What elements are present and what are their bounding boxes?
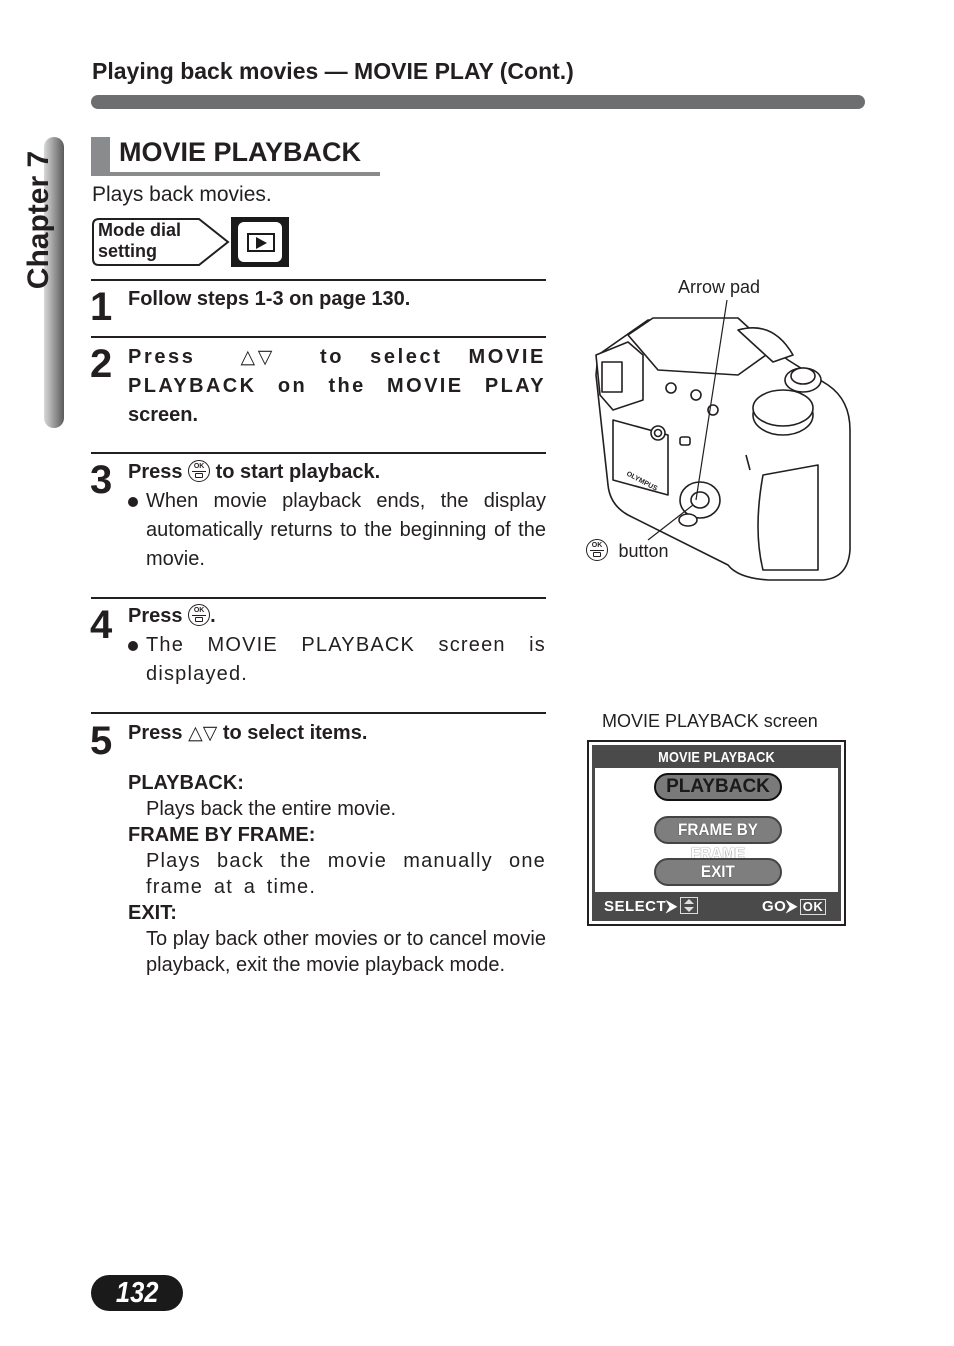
movie-playback-lcd-screen: MOVIE PLAYBACK PLAYBACK FRAME BY FRAME E… xyxy=(587,740,846,926)
lcd-title: MOVIE PLAYBACK xyxy=(658,749,775,766)
step-3-press: Press xyxy=(128,461,183,483)
lcd-footer-select: SELECT⮞ xyxy=(604,896,698,918)
section-intro: Plays back movies. xyxy=(92,183,272,206)
up-down-icon xyxy=(679,897,698,914)
step-divider xyxy=(91,279,546,281)
step-number: 2 xyxy=(90,342,113,386)
step-4-content: Press OK. The MOVIE PLAYBACK screen is d… xyxy=(128,602,546,689)
lcd-option-frame-by-frame[interactable]: FRAME BY FRAME xyxy=(654,816,782,863)
step-3-bullet-text: When movie playback ends, the display au… xyxy=(146,490,546,570)
option-item: EXIT: To play back other movies or to ca… xyxy=(128,900,546,978)
heading-underline xyxy=(91,172,380,176)
mode-dial-setting: Mode dial setting xyxy=(91,217,291,267)
option-description: Plays back the movie manually one frame … xyxy=(146,850,546,898)
step-4-bullet-text: The MOVIE PLAYBACK screen is displayed. xyxy=(146,634,546,685)
header-divider-bar xyxy=(91,95,865,109)
option-item: PLAYBACK: Plays back the entire movie. xyxy=(128,770,546,822)
lcd-menu-body: PLAYBACK FRAME BY FRAME EXIT xyxy=(595,768,838,892)
step-5-press: Press xyxy=(128,722,183,744)
page-number: 132 xyxy=(91,1275,183,1311)
chapter-tab-label-wrap: Chapter 7 xyxy=(4,135,74,305)
option-description: Plays back the entire movie. xyxy=(146,798,397,820)
step-divider xyxy=(91,452,546,454)
step-number: 3 xyxy=(90,458,113,502)
mode-dial-label-line2: setting xyxy=(98,241,158,261)
step-4-press: Press xyxy=(128,605,183,627)
heading-marker xyxy=(91,137,110,176)
ok-icon: OK xyxy=(799,899,827,915)
up-arrow-icon: △ xyxy=(240,347,258,368)
step-number: 1 xyxy=(90,285,113,329)
option-name: EXIT: xyxy=(128,902,177,924)
option-description: To play back other movies or to cancel m… xyxy=(146,928,546,976)
lcd-caption: MOVIE PLAYBACK screen xyxy=(602,711,818,731)
chapter-label: Chapter 7 xyxy=(22,150,55,290)
ok-button-icon: OK xyxy=(188,460,211,482)
lcd-footer: SELECT⮞ GO⮞ OK xyxy=(592,896,841,918)
section-heading: MOVIE PLAYBACK xyxy=(91,137,380,176)
lcd-footer-go: GO⮞ OK xyxy=(762,896,827,918)
up-down-arrow-icons: △▽ xyxy=(241,343,275,372)
arrow-pad-label: Arrow pad xyxy=(678,277,761,297)
step-5-content: Press △▽ to select items. PLAYBACK: Play… xyxy=(128,719,546,978)
bullet-icon xyxy=(128,641,138,651)
step-2-press: Press xyxy=(128,346,196,368)
option-item: FRAME BY FRAME: Plays back the movie man… xyxy=(128,822,546,900)
step-3-instruction: Press OK to start playback. xyxy=(128,458,546,487)
playback-mode-icon xyxy=(231,217,289,267)
step-2-line1-rest: to select MOVIE xyxy=(320,346,546,368)
mode-dial-label-line1: Mode dial xyxy=(98,220,182,240)
section-heading-text: MOVIE PLAYBACK xyxy=(119,137,362,167)
camera-illustration: OLYMPUS xyxy=(595,300,851,581)
page-header-title: Playing back movies — MOVIE PLAY (Cont.) xyxy=(92,58,574,84)
step-4-bullet: The MOVIE PLAYBACK screen is displayed. xyxy=(128,631,546,689)
down-arrow-icon: ▽ xyxy=(257,347,275,368)
step-2-line2: PLAYBACK on the MOVIE PLAY xyxy=(128,375,546,397)
ok-button-icon: OK xyxy=(188,604,211,626)
step-3-rest: to start playback. xyxy=(215,461,381,483)
lcd-option-playback[interactable]: PLAYBACK xyxy=(654,773,782,801)
bullet-icon xyxy=(128,497,138,507)
step-4-period: . xyxy=(210,605,216,627)
step-number: 4 xyxy=(90,603,113,647)
step-1-text: Follow steps 1-3 on page 130. xyxy=(128,288,411,310)
option-name: PLAYBACK: xyxy=(128,772,244,794)
step-number: 5 xyxy=(90,719,113,763)
step-5-rest: to select items. xyxy=(222,722,368,744)
step-4-instruction: Press OK. xyxy=(128,602,546,631)
step-3-bullet: When movie playback ends, the display au… xyxy=(128,487,546,574)
lcd-option-exit[interactable]: EXIT xyxy=(654,858,782,886)
up-arrow-icon: △ xyxy=(188,723,203,744)
step-divider xyxy=(91,597,546,599)
down-arrow-icon: ▽ xyxy=(202,723,218,744)
step-divider xyxy=(91,336,546,338)
step-3-content: Press OK to start playback. When movie p… xyxy=(128,458,546,574)
step-2-text: Press △▽ to select MOVIE PLAYBACK on the MOVI… xyxy=(128,343,546,430)
step-2-line3: screen. xyxy=(128,404,199,426)
mode-dial-label: Mode dial setting xyxy=(98,220,181,262)
option-name: FRAME BY FRAME: xyxy=(128,824,316,846)
step-5-instruction: Press △▽ to select items. xyxy=(128,719,546,748)
step-divider xyxy=(91,712,546,714)
